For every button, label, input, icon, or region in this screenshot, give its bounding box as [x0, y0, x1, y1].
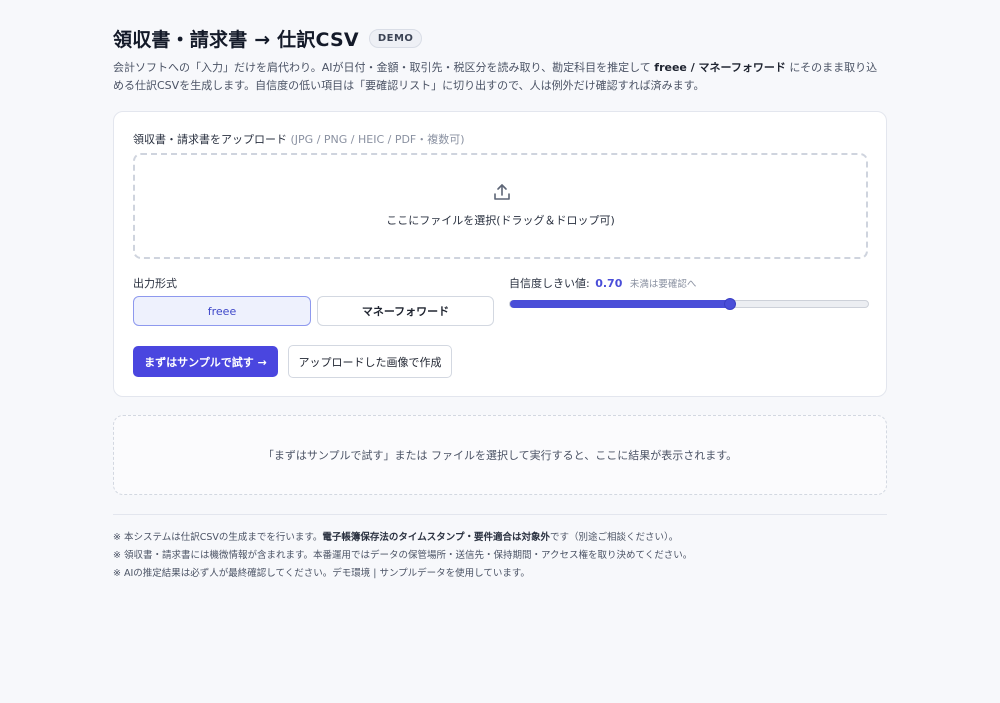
format-option-moneyforward[interactable]: マネーフォワード — [317, 296, 494, 326]
confidence-note: 未満は要確認へ — [629, 279, 697, 290]
result-area: 「まずはサンプルで試す」または ファイルを選択して実行すると、ここに結果が表示さ… — [113, 415, 887, 495]
dropzone-text: ここにファイルを選択(ドラッグ＆ドロップ可) — [386, 214, 615, 227]
format-label: 出力形式 — [133, 277, 177, 290]
upload-icon — [494, 184, 510, 200]
demo-badge: DEMO — [368, 28, 423, 48]
settings-card: 領収書・請求書をアップロード (JPG / PNG / HEIC / PDF・複… — [113, 111, 887, 397]
upload-label: 領収書・請求書をアップロード (JPG / PNG / HEIC / PDF・複… — [133, 133, 465, 146]
confidence-label: 自信度しきい値: 0.70 未満は要確認へ — [509, 277, 697, 290]
note-scope: ※ 本システムは仕訳CSVの生成までを行います。電子帳簿保存法のタイムスタンプ・… — [113, 532, 679, 543]
confidence-slider-thumb[interactable] — [723, 298, 736, 310]
page-container: 領収書・請求書 → 仕訳CSV DEMO 会計ソフトへの「入力」だけを肩代わり。… — [113, 26, 887, 579]
create-from-upload-button[interactable]: アップロードした画像で作成 — [288, 345, 452, 378]
divider — [113, 514, 887, 515]
software-names: freee / マネーフォワード — [654, 61, 786, 74]
page-title: 領収書・請求書 → 仕訳CSV — [113, 28, 359, 51]
page-description: 会計ソフトへの「入力」だけを肩代わり。AIが日付・金額・取引先・税区分を読み取り… — [113, 61, 878, 92]
header: 領収書・請求書 → 仕訳CSV DEMO — [113, 26, 887, 51]
result-placeholder: 「まずはサンプルで試す」または ファイルを選択して実行すると、ここに結果が表示さ… — [262, 449, 738, 462]
note-review: ※ AIの推定結果は必ず人が最終確認してください。デモ環境 | サンプルデータを… — [113, 568, 530, 579]
note-privacy: ※ 領収書・請求書には機微情報が含まれます。本番運用ではデータの保管場所・送信先… — [113, 550, 693, 561]
confidence-slider[interactable] — [509, 298, 869, 310]
confidence-slider-fill — [510, 300, 730, 308]
format-option-freee[interactable]: freee — [133, 296, 311, 326]
try-sample-button[interactable]: まずはサンプルで試す → — [133, 346, 278, 377]
confidence-value: 0.70 — [595, 277, 623, 290]
footer-notes: ※ 本システムは仕訳CSVの生成までを行います。電子帳簿保存法のタイムスタンプ・… — [113, 529, 692, 583]
upload-hint: (JPG / PNG / HEIC / PDF・複数可) — [290, 133, 465, 146]
file-dropzone[interactable]: ここにファイルを選択(ドラッグ＆ドロップ可) — [133, 153, 868, 259]
